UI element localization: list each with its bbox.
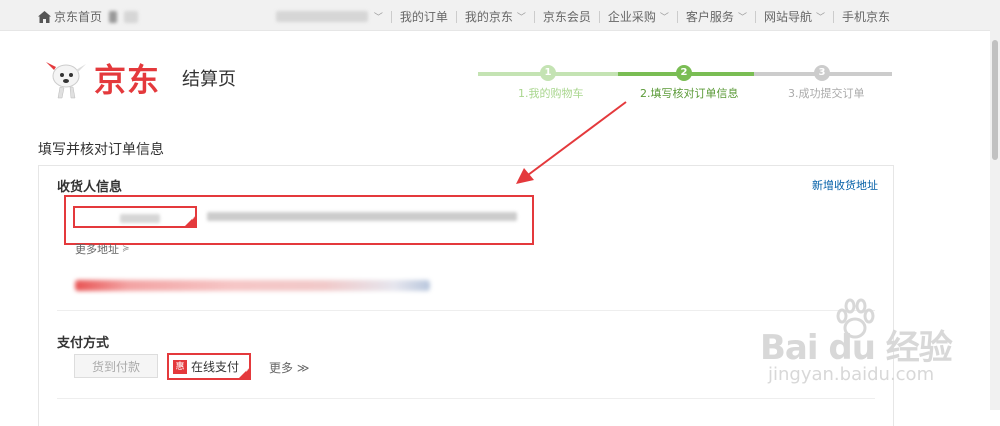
chevron-down-icon: ﹀	[737, 13, 747, 23]
blurred-address-line	[75, 280, 430, 291]
nav-mobile-jd[interactable]: 手机京东	[842, 8, 890, 25]
nav-enterprise[interactable]: 企业采购 ﹀	[608, 8, 669, 25]
scrollbar[interactable]	[990, 0, 1000, 410]
section-divider-2	[57, 398, 875, 399]
section-divider	[57, 310, 875, 311]
home-label: 京东首页	[54, 10, 103, 24]
home-icon	[38, 10, 51, 23]
cash-on-delivery-button[interactable]: 货到付款	[74, 354, 158, 378]
watermark-sub: jingyan.baidu.com	[768, 364, 935, 385]
online-payment-button[interactable]: 惠 在线支付	[167, 353, 251, 380]
payment-title: 支付方式	[57, 336, 110, 351]
consignee-title: 收货人信息	[57, 180, 123, 195]
address-detail-blur	[207, 212, 517, 221]
nav-customer-service[interactable]: 客户服务 ﹀	[686, 8, 747, 25]
consignee-name-blur	[120, 214, 160, 223]
location-blur	[275, 11, 368, 22]
step-circle-1: 1	[540, 65, 556, 81]
jd-dog-logo-icon	[46, 61, 86, 98]
checkout-steps: 1 2 3 1.我的购物车 2.填写核对订单信息 3.成功提交订单	[478, 64, 892, 104]
step-circle-3: 3	[814, 65, 830, 81]
username-blur-2	[124, 10, 139, 23]
scrollbar-thumb[interactable]	[992, 40, 998, 160]
consignee-name-selector[interactable]	[73, 206, 197, 228]
nav-jd-member[interactable]: 京东会员	[543, 8, 591, 25]
watermark-main: Bai du 经验	[760, 328, 953, 368]
more-payment-link[interactable]: 更多 ≫	[269, 359, 309, 376]
top-nav-bar: 京东首页 ﹀ 我的订单 我的京东 ﹀ 京东会员 企业采购 ﹀ 客户服务 ﹀ 网站导航 ﹀…	[0, 0, 1000, 31]
nav-my-jd[interactable]: 我的京东 ﹀	[465, 8, 526, 25]
add-address-link[interactable]: 新增收货地址	[812, 177, 878, 193]
selected-check-icon	[185, 215, 196, 226]
chevron-down-icon: ﹀	[659, 13, 669, 23]
logo-text: 京东	[94, 61, 161, 99]
section-title: 填写并核对订单信息	[38, 142, 164, 158]
username-blur	[109, 10, 118, 23]
discount-badge-icon: 惠	[173, 359, 187, 374]
more-address-toggle[interactable]: 更多地址 ≽	[75, 241, 130, 257]
page-title: 结算页	[182, 69, 237, 90]
chevron-down-icon: ﹀	[516, 13, 526, 23]
nav-site-nav[interactable]: 网站导航 ﹀	[764, 8, 825, 25]
home-link[interactable]: 京东首页	[38, 8, 139, 25]
chevron-down-icon: ﹀	[815, 13, 825, 23]
top-nav-links: ﹀ 我的订单 我的京东 ﹀ 京东会员 企业采购 ﹀ 客户服务 ﹀ 网站导航 ﹀ 手机京东	[275, 8, 890, 25]
online-payment-label: 在线支付	[191, 360, 240, 374]
step-label-2: 2.填写核对订单信息	[640, 87, 739, 100]
chevron-down-icon: ≽	[122, 244, 130, 254]
step-label-1: 1.我的购物车	[518, 87, 584, 100]
selected-check-icon	[239, 367, 250, 378]
step-label-3: 3.成功提交订单	[788, 87, 865, 100]
chevron-down-icon: ﹀	[373, 13, 383, 23]
header-logo[interactable]: 京东 结算页	[40, 55, 236, 101]
nav-my-orders[interactable]: 我的订单	[400, 8, 448, 25]
baidu-jingyan-watermark: Bai du 经验 jingyan.baidu.com	[760, 298, 960, 398]
step-circle-2: 2	[676, 65, 692, 81]
